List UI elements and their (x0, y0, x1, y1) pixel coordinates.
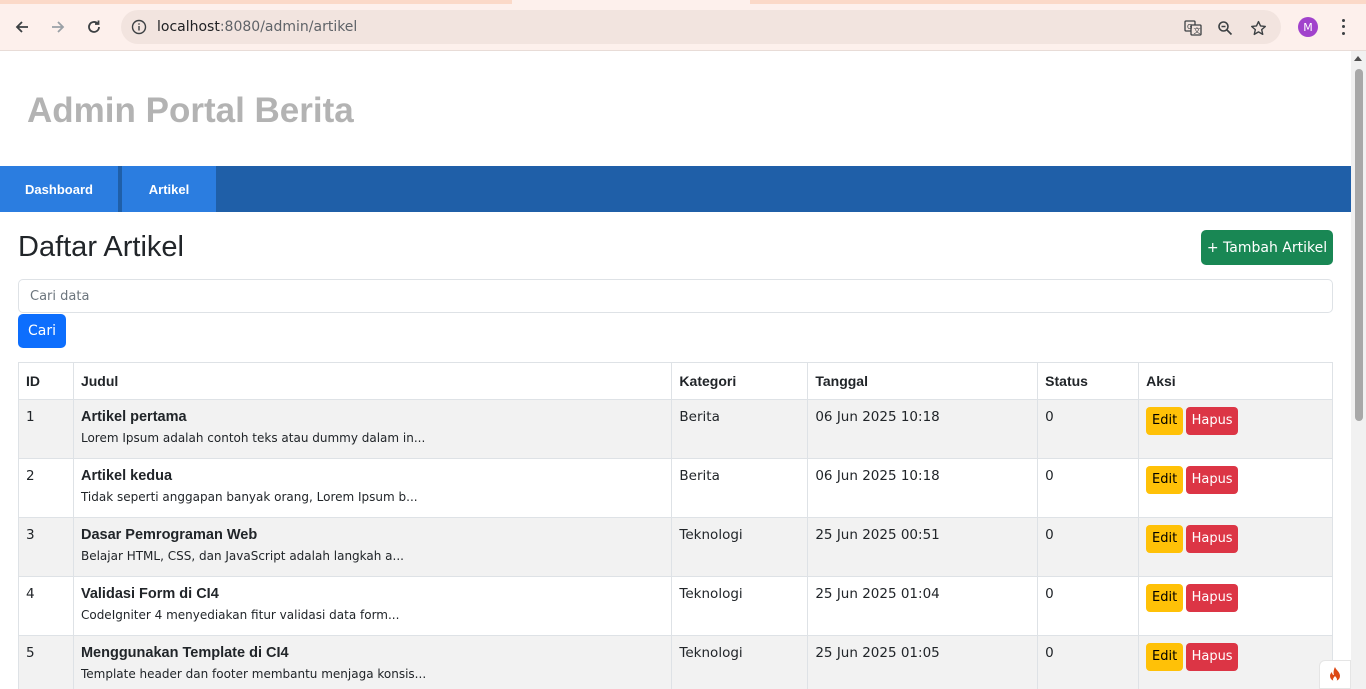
cell-judul: Artikel kedua Tidak seperti anggapan bany… (72, 458, 673, 518)
delete-button[interactable]: Hapus (1186, 584, 1239, 612)
cell-status: 0 (1037, 458, 1140, 518)
url-text: localhost:8080/admin/artikel (157, 19, 357, 35)
cell-id: 4 (18, 576, 74, 636)
address-bar[interactable]: localhost:8080/admin/artikel G文 (121, 10, 1281, 44)
site-info-icon[interactable] (131, 19, 147, 40)
edit-button[interactable]: Edit (1146, 584, 1184, 612)
delete-button[interactable]: Hapus (1186, 643, 1239, 671)
scroll-up-arrow-icon[interactable] (1354, 56, 1362, 61)
articles-table: ID Judul Kategori Tanggal Status Aksi 1 … (18, 362, 1333, 689)
edit-button[interactable]: Edit (1146, 466, 1184, 494)
table-row: 4 Validasi Form di CI4 CodeIgniter 4 meny… (18, 576, 1333, 636)
edit-button[interactable]: Edit (1146, 407, 1184, 435)
column-header-tanggal: Tanggal (807, 362, 1039, 400)
codeigniter-debug-toolbar-icon[interactable] (1319, 660, 1351, 689)
cell-aksi: Edit Hapus (1138, 576, 1333, 636)
article-title: Menggunakan Template di CI4 (80, 645, 289, 661)
add-article-button[interactable]: + Tambah Artikel (1201, 230, 1333, 265)
cell-aksi: Edit Hapus (1138, 635, 1333, 689)
forward-icon[interactable] (45, 14, 71, 40)
article-title: Artikel kedua (80, 468, 173, 484)
cell-aksi: Edit Hapus (1138, 517, 1333, 577)
delete-button[interactable]: Hapus (1186, 466, 1239, 494)
back-icon[interactable] (9, 14, 35, 40)
column-header-judul: Judul (72, 362, 673, 400)
page-scrollbar[interactable] (1351, 51, 1366, 689)
table-row: 5 Menggunakan Template di CI4 Template he… (18, 635, 1333, 689)
search-button[interactable]: Cari (18, 314, 66, 348)
article-excerpt: Tidak seperti anggapan banyak orang, Lor… (80, 490, 418, 504)
cell-id: 2 (18, 458, 74, 518)
delete-button[interactable]: Hapus (1186, 525, 1239, 553)
cell-status: 0 (1037, 576, 1140, 636)
bookmark-star-icon[interactable] (1248, 18, 1268, 38)
cell-judul: Dasar Pemrograman Web Belajar HTML, CSS, … (72, 517, 673, 577)
cell-kategori: Berita (671, 399, 809, 459)
article-excerpt: Belajar HTML, CSS, dan JavaScript adalah… (80, 549, 404, 563)
browser-toolbar: localhost:8080/admin/artikel G文 M (0, 0, 1366, 51)
svg-text:G: G (1187, 23, 1192, 31)
cell-judul: Artikel pertama Lorem Ipsum adalah contoh… (72, 399, 673, 459)
article-title: Validasi Form di CI4 (80, 586, 219, 602)
column-header-status: Status (1037, 362, 1140, 400)
table-row: 2 Artikel kedua Tidak seperti anggapan ba… (18, 458, 1333, 518)
cell-kategori: Berita (671, 458, 809, 518)
main-nav: Dashboard Artikel (0, 166, 1351, 212)
cell-aksi: Edit Hapus (1138, 399, 1333, 459)
cell-id: 5 (18, 635, 74, 689)
cell-tanggal: 06 Jun 2025 10:18 (807, 399, 1039, 459)
cell-id: 3 (18, 517, 74, 577)
table-row: 3 Dasar Pemrograman Web Belajar HTML, CSS… (18, 517, 1333, 577)
cell-judul: Menggunakan Template di CI4 Template head… (72, 635, 673, 689)
edit-button[interactable]: Edit (1146, 525, 1184, 553)
cell-tanggal: 25 Jun 2025 00:51 (807, 517, 1039, 577)
table-row: 1 Artikel pertama Lorem Ipsum adalah cont… (18, 399, 1333, 459)
column-header-kategori: Kategori (671, 362, 809, 400)
article-title: Dasar Pemrograman Web (80, 527, 258, 543)
url-host: localhost (157, 19, 220, 35)
article-title: Artikel pertama (80, 409, 187, 425)
cell-tanggal: 25 Jun 2025 01:05 (807, 635, 1039, 689)
article-excerpt: Template header dan footer membantu menj… (80, 667, 427, 681)
zoom-icon[interactable] (1215, 18, 1235, 38)
cell-kategori: Teknologi (671, 576, 809, 636)
page-heading: Daftar Artikel (18, 231, 184, 263)
cell-aksi: Edit Hapus (1138, 458, 1333, 518)
cell-kategori: Teknologi (671, 517, 809, 577)
column-header-aksi: Aksi (1138, 362, 1333, 400)
cell-id: 1 (18, 399, 74, 459)
cell-status: 0 (1037, 399, 1140, 459)
cell-tanggal: 06 Jun 2025 10:18 (807, 458, 1039, 518)
site-title: Admin Portal Berita (27, 91, 354, 130)
scrollbar-thumb[interactable] (1355, 69, 1363, 421)
cell-judul: Validasi Form di CI4 CodeIgniter 4 menyed… (72, 576, 673, 636)
article-excerpt: Lorem Ipsum adalah contoh teks atau dumm… (80, 431, 426, 445)
delete-button[interactable]: Hapus (1186, 407, 1239, 435)
nav-item-artikel[interactable]: Artikel (122, 166, 216, 212)
profile-avatar[interactable]: M (1298, 17, 1318, 37)
tab-strip-edge (0, 0, 1366, 4)
menu-kebab-icon[interactable] (1336, 17, 1350, 37)
cell-kategori: Teknologi (671, 635, 809, 689)
page-content: Admin Portal Berita Dashboard Artikel Da… (0, 51, 1351, 689)
cell-status: 0 (1037, 517, 1140, 577)
cell-tanggal: 25 Jun 2025 01:04 (807, 576, 1039, 636)
edit-button[interactable]: Edit (1146, 643, 1184, 671)
cell-status: 0 (1037, 635, 1140, 689)
table-header-row: ID Judul Kategori Tanggal Status Aksi (18, 362, 1333, 400)
search-input[interactable] (18, 279, 1333, 313)
column-header-id: ID (18, 362, 74, 400)
url-path: :8080/admin/artikel (219, 19, 358, 35)
avatar-letter: M (1303, 20, 1313, 34)
translate-icon[interactable]: G文 (1183, 18, 1203, 38)
article-excerpt: CodeIgniter 4 menyediakan fitur validasi… (80, 608, 400, 622)
reload-icon[interactable] (81, 14, 107, 40)
nav-item-dashboard[interactable]: Dashboard (0, 166, 118, 212)
svg-text:文: 文 (1194, 26, 1201, 35)
